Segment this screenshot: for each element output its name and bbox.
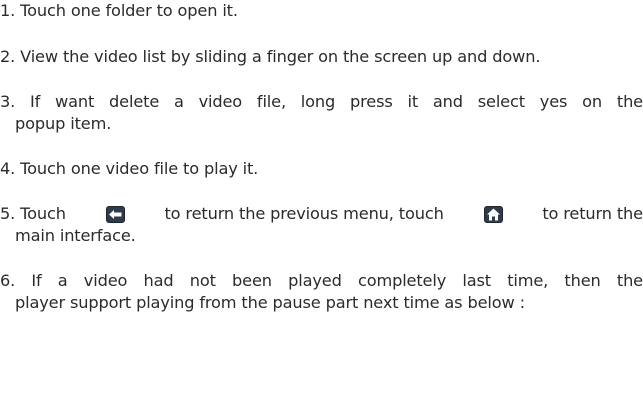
step-6: 6. If a video had not been played comple… xyxy=(0,270,643,314)
step-4: 4. Touch one video file to play it. xyxy=(0,158,643,180)
back-arrow-icon xyxy=(105,205,125,223)
step-6-line-1: 6. If a video had not been played comple… xyxy=(0,271,643,290)
step-3-line-2: popup item. xyxy=(15,114,112,133)
step-2-line-1: 2. View the video list by sliding a fing… xyxy=(0,47,541,66)
step-5: 5. Touch to return the previous menu, to… xyxy=(0,203,643,247)
step-1: 1. Touch one folder to open it. xyxy=(0,0,643,22)
step-4-line-1: 4. Touch one video file to play it. xyxy=(0,159,259,178)
step-5-line-2: main interface. xyxy=(15,226,136,245)
step-6-line-2: player support playing from the pause pa… xyxy=(15,293,525,312)
step-3: 3. If want delete a video file, long pre… xyxy=(0,91,643,135)
step-2: 2. View the video list by sliding a fing… xyxy=(0,46,643,68)
home-icon xyxy=(483,205,503,223)
step-3-line-1: 3. If want delete a video file, long pre… xyxy=(0,92,643,111)
step-5-text-a: 5. Touch xyxy=(0,204,66,223)
step-1-line-1: 1. Touch one folder to open it. xyxy=(0,1,238,20)
step-5-text-b: to return the previous menu, touch xyxy=(164,204,444,223)
instruction-document: 1. Touch one folder to open it. 2. View … xyxy=(0,0,643,404)
step-5-text-c: to return the xyxy=(542,204,643,223)
step-5-line-1: 5. Touch to return the previous menu, to… xyxy=(0,203,643,225)
